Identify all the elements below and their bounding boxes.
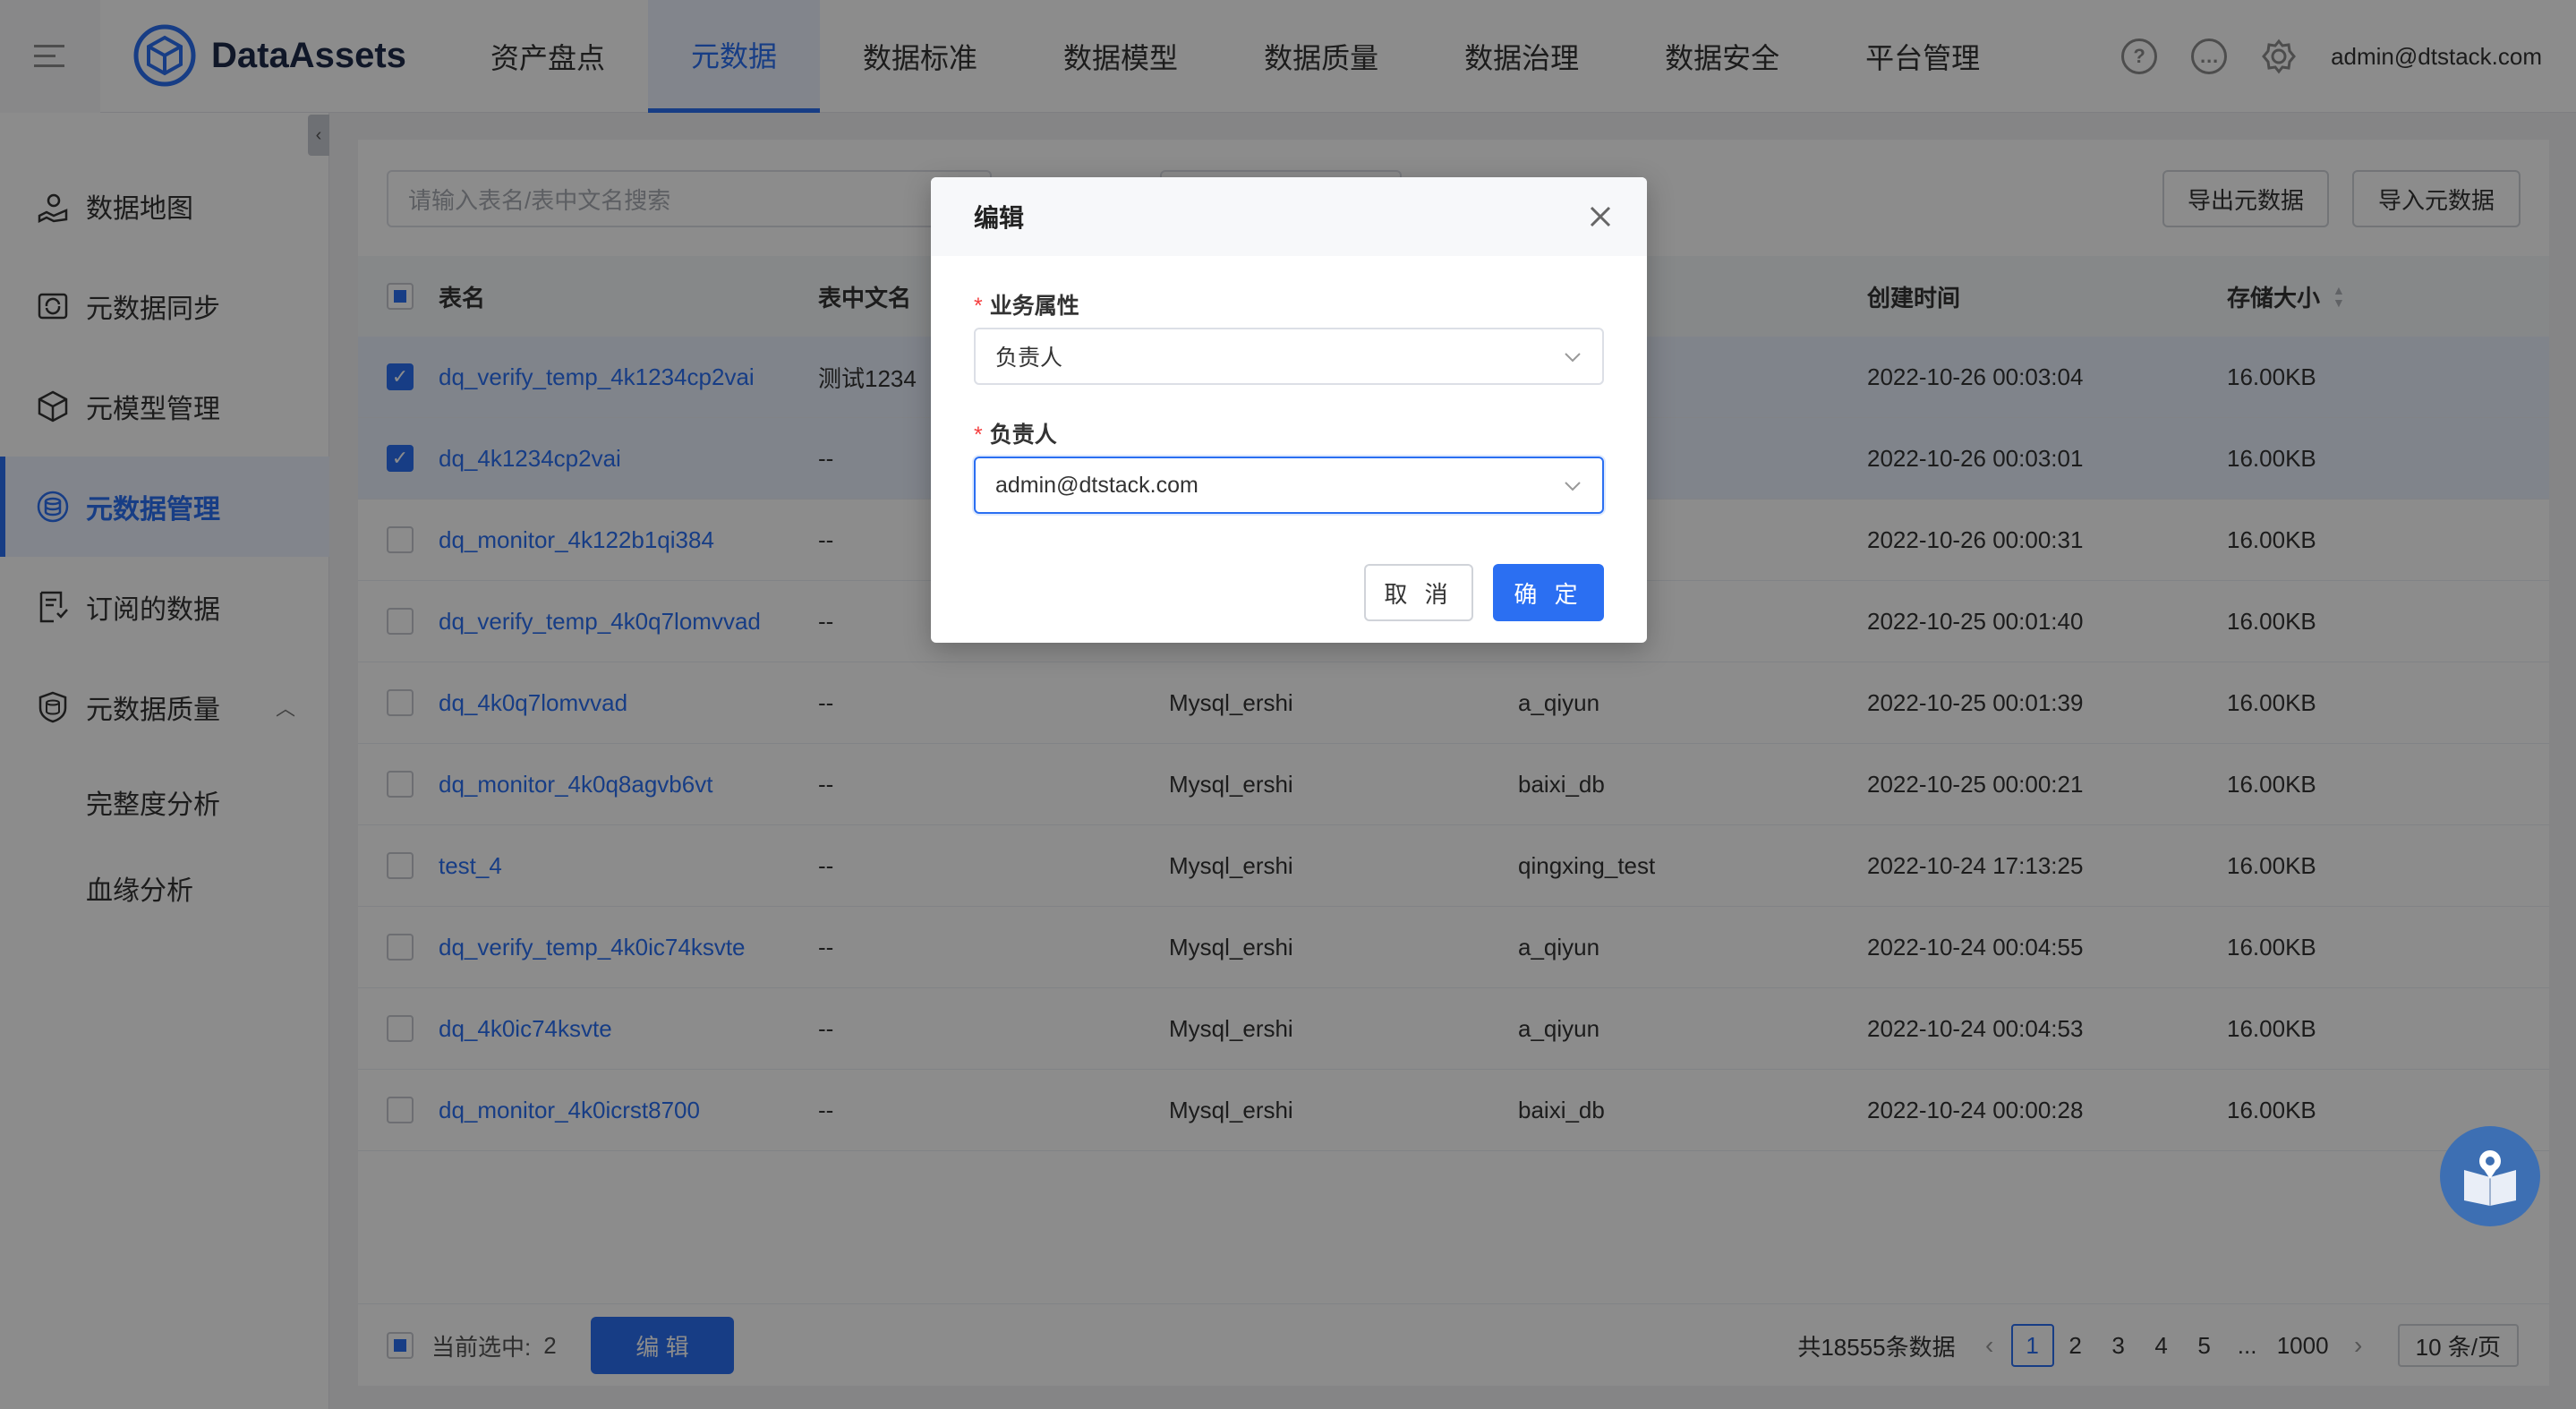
business-attribute-select[interactable]: 负责人: [974, 328, 1604, 385]
close-icon[interactable]: [1582, 199, 1618, 235]
guide-float-button[interactable]: [2440, 1126, 2540, 1226]
confirm-button[interactable]: 确 定: [1493, 564, 1604, 621]
chevron-down-icon: [1565, 353, 1581, 363]
modal-title: 编辑: [974, 204, 1025, 232]
business-attribute-label-text: 业务属性: [989, 294, 1079, 319]
chevron-down-icon: [1565, 482, 1581, 491]
owner-select[interactable]: admin@dtstack.com: [974, 457, 1604, 514]
book-map-icon: [2464, 1150, 2516, 1206]
business-attribute-label: * 业务属性: [974, 288, 1079, 320]
owner-value: admin@dtstack.com: [995, 472, 1198, 498]
edit-modal: 编辑 * 业务属性 负责人 * 负责人 admin@dtstack.com 取 消 …: [931, 177, 1647, 643]
required-mark: *: [974, 423, 983, 448]
owner-label: * 负责人: [974, 417, 1057, 449]
cancel-button[interactable]: 取 消: [1364, 564, 1473, 621]
modal-header: 编辑: [931, 177, 1647, 256]
business-attribute-value: 负责人: [995, 346, 1063, 371]
owner-label-text: 负责人: [989, 423, 1057, 448]
required-mark: *: [974, 294, 983, 319]
